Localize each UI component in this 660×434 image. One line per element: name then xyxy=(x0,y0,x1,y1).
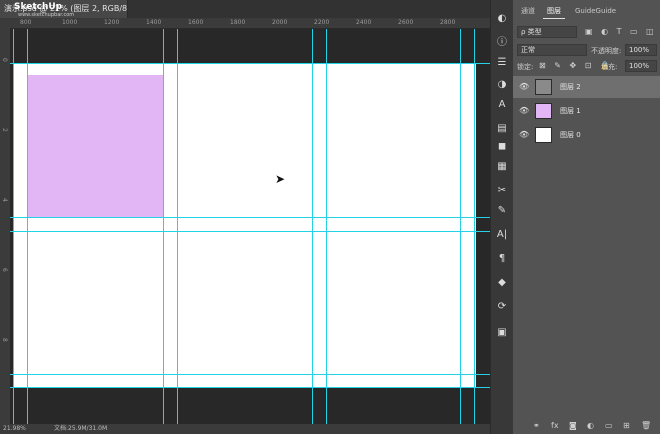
guide-horizontal[interactable] xyxy=(10,387,490,388)
delete-layer-icon[interactable]: 🗑 xyxy=(641,421,651,430)
rotate-icon[interactable]: ⟳ xyxy=(495,300,509,314)
layer-name[interactable]: 图层 1 xyxy=(560,106,581,116)
layers-panel-footer: ⚭ fx ◙ ◐ ▭ ⊞ 🗑 xyxy=(513,420,660,434)
layer-name[interactable]: 图层 0 xyxy=(560,130,581,140)
panel-tab[interactable]: GuideGuide xyxy=(571,4,620,18)
link-layers-icon[interactable]: ⚭ xyxy=(533,421,540,430)
ruler-tick-label: 800 xyxy=(20,19,32,26)
opacity-input[interactable]: 100% xyxy=(625,44,657,56)
layer-row[interactable]: 👁 图层 2 xyxy=(513,76,660,98)
guide-horizontal[interactable] xyxy=(10,63,490,64)
new-layer-icon[interactable]: ⊞ xyxy=(623,421,630,430)
layer-filter-label: ρ 类型 xyxy=(521,28,542,36)
guide-vertical[interactable] xyxy=(163,29,164,424)
guide-vertical[interactable] xyxy=(326,29,327,424)
pink-rectangle-layer[interactable] xyxy=(28,75,163,217)
ruler-tick-label: 2400 xyxy=(356,19,372,26)
filter-icons[interactable]: ▣ ◐ T ▭ ◫ xyxy=(585,27,660,36)
3d-icon[interactable]: ◆ xyxy=(495,276,509,290)
ruler-tick-label: 2800 xyxy=(440,19,456,26)
document-tab-bar: 演示.psd @ 22% (图层 2, RGB/8)× SketchUp www… xyxy=(0,0,490,18)
layer-row[interactable]: 👁 图层 0 xyxy=(513,124,660,146)
guide-vertical[interactable] xyxy=(13,29,14,424)
layer-name[interactable]: 图层 2 xyxy=(560,82,581,92)
fx-icon[interactable]: fx xyxy=(551,421,559,430)
new-group-icon[interactable]: ▭ xyxy=(605,421,613,430)
ruler-tick-label: 1800 xyxy=(230,19,246,26)
layer-thumbnail[interactable] xyxy=(535,79,552,95)
ruler-tick-label: 1000 xyxy=(62,19,78,26)
horizontal-ruler[interactable]: 800 1000 1200 1400 1600 1800 2000 2200 2400 2600 2… xyxy=(0,18,490,29)
layer-filter-select[interactable]: ρ 类型 xyxy=(517,26,577,38)
panel-icon-strip: ◐ ⓘ ☰ ◑ A ▤ ◼ ▦ ✂ ✎ A| ¶ ◆ ⟳ ▣ xyxy=(490,0,514,434)
brush-icon[interactable]: ✎ xyxy=(495,204,509,218)
fill-label: 填充: xyxy=(601,63,618,71)
artboard[interactable] xyxy=(14,63,476,387)
guide-vertical[interactable] xyxy=(27,29,28,424)
adjustments-icon[interactable]: ◑ xyxy=(495,78,509,92)
guide-horizontal[interactable] xyxy=(10,374,490,375)
blend-mode-value: 正常 xyxy=(521,46,535,54)
text-icon[interactable]: A| xyxy=(495,228,509,242)
properties-icon[interactable]: ☰ xyxy=(495,56,509,70)
ruler-tick-label: 1200 xyxy=(104,19,120,26)
ruler-tick-label: 2600 xyxy=(398,19,414,26)
ruler-tick-label: 1400 xyxy=(146,19,162,26)
paragraph-icon[interactable]: ¶ xyxy=(495,252,509,266)
visibility-eye-icon[interactable]: 👁 xyxy=(519,82,529,91)
layer-thumbnail[interactable] xyxy=(535,103,552,119)
layers-panel: 通道 图层 GuideGuide ρ 类型 ▣ ◐ T ▭ ◫ 正常 不透明度: 1… xyxy=(513,0,660,434)
status-bar: 21.98% 文档:25.9M/31.0M xyxy=(0,424,490,434)
swatches-icon[interactable]: ▦ xyxy=(495,160,509,174)
opacity-label: 不透明度: xyxy=(591,47,622,55)
ruler-tick-label: 2200 xyxy=(314,19,330,26)
canvas-workspace[interactable]: ➤ xyxy=(10,29,490,424)
fill-value: 100% xyxy=(629,62,650,70)
ruler-tick-label: 6 xyxy=(1,268,8,272)
libraries-icon[interactable]: ▤ xyxy=(495,122,509,136)
guide-vertical[interactable] xyxy=(460,29,461,424)
history-icon[interactable]: ◐ xyxy=(495,12,509,26)
artboard-icon[interactable]: ▣ xyxy=(495,326,509,340)
zoom-level[interactable]: 21.98% xyxy=(3,424,26,434)
character-icon[interactable]: A xyxy=(495,98,509,112)
paths-icon[interactable]: ✂ xyxy=(495,184,509,198)
add-mask-icon[interactable]: ◙ xyxy=(569,421,577,430)
move-cursor-icon: ➤ xyxy=(275,172,286,186)
panel-tabs: 通道 图层 GuideGuide xyxy=(513,4,660,19)
opacity-value: 100% xyxy=(629,46,650,54)
guide-horizontal[interactable] xyxy=(10,217,490,218)
ruler-tick-label: 4 xyxy=(1,198,8,202)
ruler-tick-label: 2000 xyxy=(272,19,288,26)
adjustment-layer-icon[interactable]: ◐ xyxy=(587,421,594,430)
layer-thumbnail[interactable] xyxy=(535,127,552,143)
ruler-tick-label: 0 xyxy=(1,58,8,62)
panel-tab[interactable]: 图层 xyxy=(543,4,565,19)
visibility-eye-icon[interactable]: 👁 xyxy=(519,130,529,139)
ruler-tick-label: 1600 xyxy=(188,19,204,26)
layer-row[interactable]: 👁 图层 1 xyxy=(513,100,660,122)
lock-label: 锁定: xyxy=(517,63,534,71)
blend-mode-select[interactable]: 正常 xyxy=(517,44,587,56)
ruler-tick-label: 2 xyxy=(1,128,8,132)
panel-tab[interactable]: 通道 xyxy=(517,4,539,18)
visibility-eye-icon[interactable]: 👁 xyxy=(519,106,529,115)
guide-vertical[interactable] xyxy=(474,29,475,424)
color-icon[interactable]: ◼ xyxy=(495,140,509,154)
guide-vertical[interactable] xyxy=(312,29,313,424)
info-icon[interactable]: ⓘ xyxy=(495,36,509,50)
document-size: 文档:25.9M/31.0M xyxy=(54,425,108,432)
fill-input[interactable]: 100% xyxy=(625,60,657,72)
watermark-logo: SketchUp xyxy=(14,2,63,12)
guide-horizontal[interactable] xyxy=(10,231,490,232)
ruler-tick-label: 8 xyxy=(1,338,8,342)
guide-vertical[interactable] xyxy=(177,29,178,424)
